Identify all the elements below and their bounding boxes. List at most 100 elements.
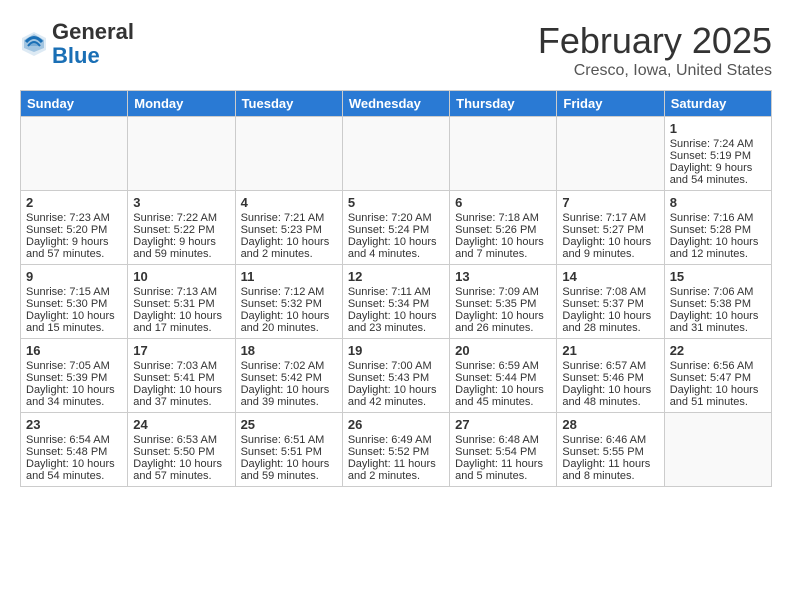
day-content: Daylight: 10 hours and 20 minutes. [241,310,337,334]
day-number: 26 [348,417,444,432]
calendar-cell [664,413,771,487]
day-number: 7 [562,195,658,210]
day-number: 23 [26,417,122,432]
day-content: Sunset: 5:34 PM [348,298,444,310]
calendar-cell: 13Sunrise: 7:09 AMSunset: 5:35 PMDayligh… [450,265,557,339]
day-content: Sunrise: 7:05 AM [26,360,122,372]
day-content: Daylight: 11 hours and 8 minutes. [562,458,658,482]
day-content: Sunrise: 7:08 AM [562,286,658,298]
day-content: Sunrise: 7:06 AM [670,286,766,298]
day-number: 9 [26,269,122,284]
day-content: Sunset: 5:27 PM [562,224,658,236]
day-number: 8 [670,195,766,210]
day-content: Sunrise: 6:48 AM [455,434,551,446]
day-content: Sunset: 5:55 PM [562,446,658,458]
day-number: 3 [133,195,229,210]
day-content: Sunset: 5:20 PM [26,224,122,236]
day-content: Sunset: 5:19 PM [670,150,766,162]
day-content: Sunrise: 6:56 AM [670,360,766,372]
calendar-cell: 1Sunrise: 7:24 AMSunset: 5:19 PMDaylight… [664,117,771,191]
day-number: 4 [241,195,337,210]
day-number: 24 [133,417,229,432]
calendar-cell: 7Sunrise: 7:17 AMSunset: 5:27 PMDaylight… [557,191,664,265]
calendar-header-row: SundayMondayTuesdayWednesdayThursdayFrid… [21,91,772,117]
day-content: Sunrise: 6:46 AM [562,434,658,446]
day-content: Sunrise: 7:00 AM [348,360,444,372]
calendar-cell: 21Sunrise: 6:57 AMSunset: 5:46 PMDayligh… [557,339,664,413]
day-content: Daylight: 10 hours and 7 minutes. [455,236,551,260]
calendar-week-0: 1Sunrise: 7:24 AMSunset: 5:19 PMDaylight… [21,117,772,191]
calendar-cell: 20Sunrise: 6:59 AMSunset: 5:44 PMDayligh… [450,339,557,413]
calendar-cell: 11Sunrise: 7:12 AMSunset: 5:32 PMDayligh… [235,265,342,339]
calendar-cell [128,117,235,191]
calendar-cell: 19Sunrise: 7:00 AMSunset: 5:43 PMDayligh… [342,339,449,413]
calendar-cell: 18Sunrise: 7:02 AMSunset: 5:42 PMDayligh… [235,339,342,413]
calendar-cell: 16Sunrise: 7:05 AMSunset: 5:39 PMDayligh… [21,339,128,413]
day-content: Sunrise: 7:03 AM [133,360,229,372]
day-number: 15 [670,269,766,284]
day-content: Daylight: 10 hours and 12 minutes. [670,236,766,260]
day-content: Daylight: 10 hours and 48 minutes. [562,384,658,408]
location: Cresco, Iowa, United States [538,62,772,80]
calendar-week-3: 16Sunrise: 7:05 AMSunset: 5:39 PMDayligh… [21,339,772,413]
calendar-cell: 8Sunrise: 7:16 AMSunset: 5:28 PMDaylight… [664,191,771,265]
day-content: Daylight: 10 hours and 9 minutes. [562,236,658,260]
day-number: 11 [241,269,337,284]
day-content: Sunset: 5:23 PM [241,224,337,236]
day-content: Sunset: 5:43 PM [348,372,444,384]
day-number: 2 [26,195,122,210]
day-content: Daylight: 10 hours and 23 minutes. [348,310,444,334]
calendar-cell: 9Sunrise: 7:15 AMSunset: 5:30 PMDaylight… [21,265,128,339]
day-number: 22 [670,343,766,358]
calendar-cell [450,117,557,191]
calendar-cell: 22Sunrise: 6:56 AMSunset: 5:47 PMDayligh… [664,339,771,413]
calendar-cell: 10Sunrise: 7:13 AMSunset: 5:31 PMDayligh… [128,265,235,339]
logo-blue: Blue [52,43,100,68]
day-number: 14 [562,269,658,284]
day-content: Sunrise: 7:09 AM [455,286,551,298]
day-number: 10 [133,269,229,284]
calendar-table: SundayMondayTuesdayWednesdayThursdayFrid… [20,90,772,487]
day-content: Sunset: 5:39 PM [26,372,122,384]
day-content: Sunset: 5:48 PM [26,446,122,458]
day-content: Daylight: 9 hours and 59 minutes. [133,236,229,260]
day-content: Sunset: 5:38 PM [670,298,766,310]
calendar-cell: 14Sunrise: 7:08 AMSunset: 5:37 PMDayligh… [557,265,664,339]
day-header-tuesday: Tuesday [235,91,342,117]
day-content: Sunrise: 7:20 AM [348,212,444,224]
day-number: 21 [562,343,658,358]
day-content: Sunset: 5:22 PM [133,224,229,236]
day-content: Sunrise: 7:13 AM [133,286,229,298]
day-header-thursday: Thursday [450,91,557,117]
day-content: Sunset: 5:30 PM [26,298,122,310]
day-number: 25 [241,417,337,432]
day-header-friday: Friday [557,91,664,117]
day-content: Sunset: 5:44 PM [455,372,551,384]
day-number: 6 [455,195,551,210]
calendar-cell: 15Sunrise: 7:06 AMSunset: 5:38 PMDayligh… [664,265,771,339]
calendar-cell: 23Sunrise: 6:54 AMSunset: 5:48 PMDayligh… [21,413,128,487]
calendar-week-2: 9Sunrise: 7:15 AMSunset: 5:30 PMDaylight… [21,265,772,339]
calendar-cell: 12Sunrise: 7:11 AMSunset: 5:34 PMDayligh… [342,265,449,339]
page-header: General Blue February 2025 Cresco, Iowa,… [20,20,772,80]
day-content: Sunrise: 7:22 AM [133,212,229,224]
calendar-cell [21,117,128,191]
day-content: Sunrise: 7:24 AM [670,138,766,150]
day-number: 13 [455,269,551,284]
month-title: February 2025 [538,20,772,62]
day-header-wednesday: Wednesday [342,91,449,117]
day-number: 27 [455,417,551,432]
day-header-saturday: Saturday [664,91,771,117]
day-content: Daylight: 10 hours and 42 minutes. [348,384,444,408]
logo-general: General [52,19,134,44]
title-block: February 2025 Cresco, Iowa, United State… [538,20,772,80]
day-content: Sunrise: 7:23 AM [26,212,122,224]
day-content: Sunset: 5:51 PM [241,446,337,458]
day-number: 1 [670,121,766,136]
day-content: Daylight: 10 hours and 57 minutes. [133,458,229,482]
day-number: 20 [455,343,551,358]
day-content: Sunrise: 6:59 AM [455,360,551,372]
day-number: 17 [133,343,229,358]
day-content: Daylight: 10 hours and 15 minutes. [26,310,122,334]
day-content: Sunset: 5:52 PM [348,446,444,458]
